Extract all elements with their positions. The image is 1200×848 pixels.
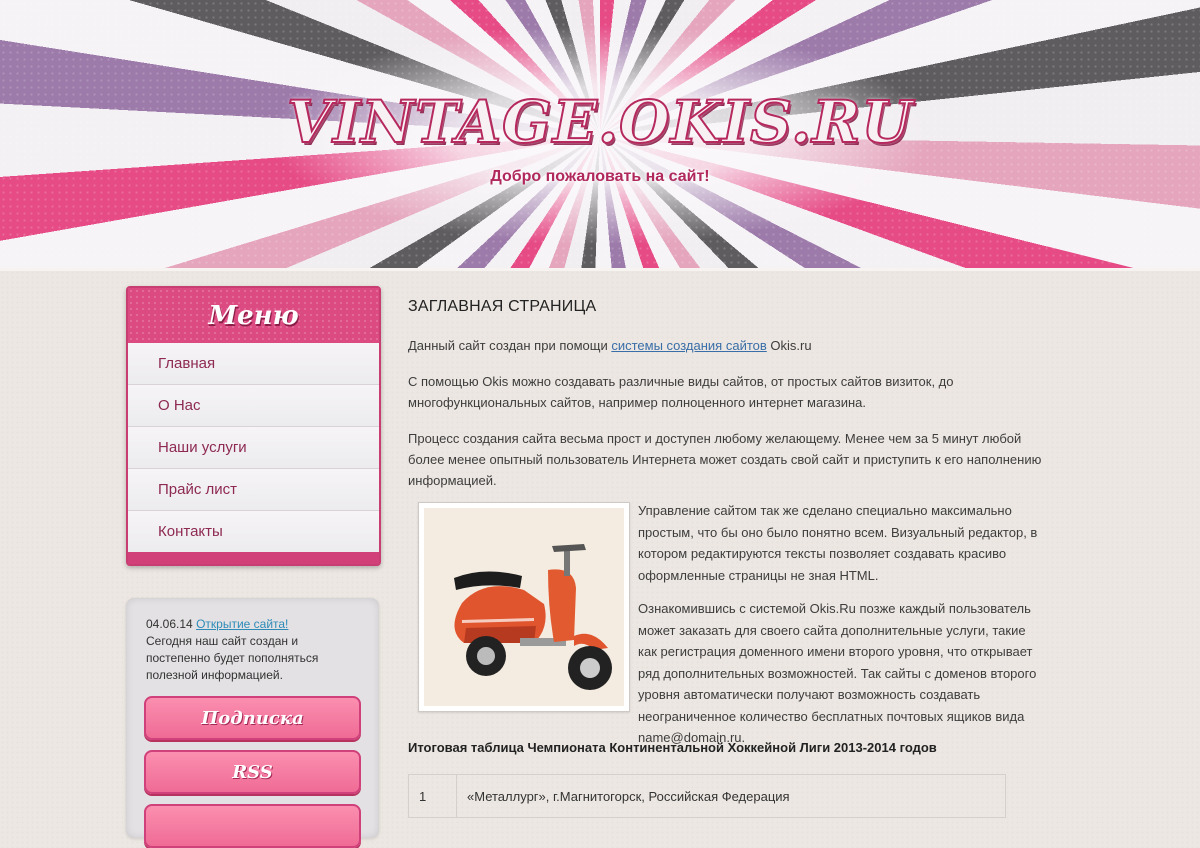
header-divider	[0, 268, 1200, 271]
sidebar-menu: Меню Главная О Нас Наши услуги Прайс лис…	[126, 286, 381, 566]
scooter-picture	[424, 508, 624, 706]
subscribe-button[interactable]: Подписка	[144, 696, 361, 740]
menu-item-services[interactable]: Наши услуги	[128, 427, 379, 469]
table-row: 1 «Металлург», г.Магнитогорск, Российска…	[408, 774, 1006, 818]
news-date: 04.06.14	[146, 617, 193, 631]
menu-list: Главная О Нас Наши услуги Прайс лист Кон…	[128, 343, 379, 552]
menu-item-home[interactable]: Главная	[128, 343, 379, 385]
site-title[interactable]: VINTAGE.OKIS.RU	[0, 87, 1200, 157]
site-builder-link[interactable]: системы создания сайтов	[611, 338, 766, 353]
news-box: 04.06.14 Открытие сайта! Сегодня наш сай…	[126, 598, 379, 848]
rss-button[interactable]: RSS	[144, 750, 361, 794]
menu-item-contacts[interactable]: Контакты	[128, 511, 379, 552]
paragraph-3: Процесс создания сайта весьма прост и до…	[408, 431, 1042, 488]
table-cell-rank: 1	[408, 774, 457, 818]
news-link[interactable]: Открытие сайта!	[196, 617, 288, 631]
intro-text-before: Данный сайт создан при помощи	[408, 338, 612, 353]
table-cell-team: «Металлург», г.Магнитогорск, Российская …	[456, 774, 1006, 818]
table-title: Итоговая таблица Чемпионата Континенталь…	[408, 740, 937, 755]
news-item: 04.06.14 Открытие сайта! Сегодня наш сай…	[146, 616, 361, 684]
standings-table: 1 «Металлург», г.Магнитогорск, Российска…	[408, 774, 1006, 818]
paragraph-5: Ознакомившись с системой Okis.Ru позже к…	[638, 601, 1037, 745]
menu-header: Меню	[128, 288, 379, 343]
sidebar-button-3[interactable]	[144, 804, 361, 848]
site-header: VINTAGE.OKIS.RU Добро пожаловать на сайт…	[0, 0, 1200, 270]
paragraph-2: С помощью Okis можно создавать различные…	[408, 374, 954, 410]
menu-item-about[interactable]: О Нас	[128, 385, 379, 427]
menu-title: Меню	[208, 300, 299, 331]
scooter-icon	[454, 544, 612, 690]
content-side-text: Управление сайтом так же сделано специал…	[638, 500, 1048, 761]
site-subtitle: Добро пожаловать на сайт!	[490, 168, 710, 185]
page-title: ЗАГЛАВНАЯ СТРАНИЦА	[408, 298, 597, 315]
main-content: ЗАГЛАВНАЯ СТРАНИЦА Данный сайт создан пр…	[408, 296, 1048, 506]
scooter-image	[418, 502, 630, 712]
news-body: Сегодня наш сайт создан и постепенно буд…	[146, 634, 319, 682]
menu-item-price-list[interactable]: Прайс лист	[128, 469, 379, 511]
paragraph-intro: Данный сайт создан при помощи системы со…	[408, 335, 1048, 356]
paragraph-4: Управление сайтом так же сделано специал…	[638, 503, 1038, 583]
menu-footer	[128, 552, 379, 564]
intro-text-after: Okis.ru	[766, 338, 812, 353]
